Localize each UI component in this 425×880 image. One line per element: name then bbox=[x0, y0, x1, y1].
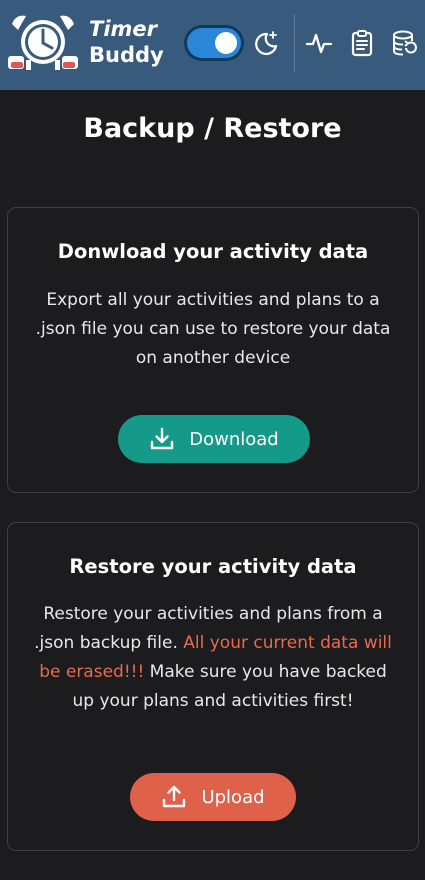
download-button[interactable]: Download bbox=[118, 415, 310, 463]
moon-icon bbox=[255, 31, 278, 56]
toggle-knob bbox=[215, 32, 237, 54]
app-name: Timer Buddy bbox=[89, 16, 164, 68]
dark-mode-toggle[interactable] bbox=[184, 25, 244, 61]
download-card-title: Donwload your activity data bbox=[57, 240, 369, 263]
app-name-line1: Timer bbox=[89, 17, 158, 41]
download-card: Donwload your activity data Export all y… bbox=[7, 207, 419, 493]
header-divider bbox=[294, 14, 295, 72]
download-icon bbox=[151, 427, 174, 450]
upload-card-title: Restore your activity data bbox=[69, 555, 357, 578]
app-header: Timer Buddy bbox=[0, 0, 425, 90]
upload-card-description: Restore your activities and plans from a… bbox=[30, 600, 396, 716]
database-restore-icon[interactable] bbox=[391, 29, 419, 57]
page-title: Backup / Restore bbox=[83, 113, 342, 144]
clipboard-icon[interactable] bbox=[348, 29, 376, 57]
upload-button-label: Upload bbox=[201, 786, 265, 808]
upload-icon bbox=[163, 785, 186, 808]
upload-button[interactable]: Upload bbox=[130, 773, 296, 821]
alarm-clock-logo[interactable] bbox=[6, 10, 80, 74]
toggle-track bbox=[187, 28, 241, 58]
activity-icon[interactable] bbox=[305, 29, 333, 57]
app-name-line2: Buddy bbox=[89, 43, 164, 67]
upload-card: Restore your activity data Restore your … bbox=[7, 522, 419, 851]
download-card-description: Export all your activities and plans to … bbox=[35, 290, 391, 368]
download-button-label: Download bbox=[189, 428, 279, 450]
